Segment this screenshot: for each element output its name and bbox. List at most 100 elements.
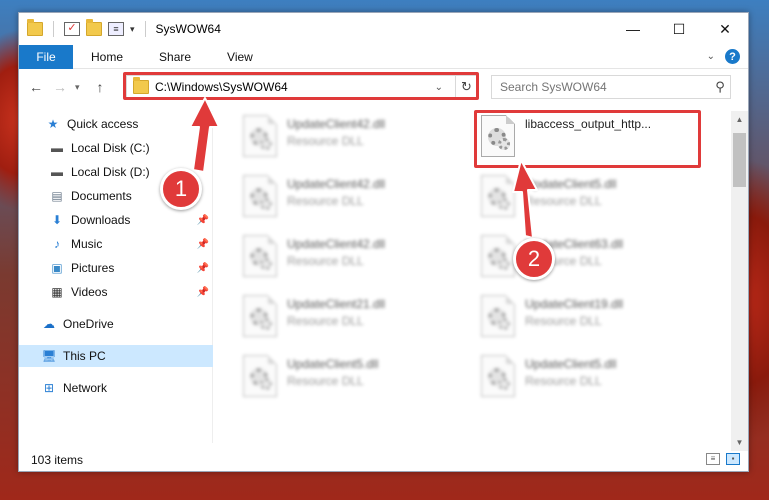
properties-check-icon[interactable]: ✓ <box>64 22 80 36</box>
sidebar-item-label: Local Disk (C:) <box>71 141 150 155</box>
status-bar: 103 items ≡ ▪ <box>19 449 748 471</box>
ribbon-tabs: File Home Share View ⌄ ? <box>19 44 748 69</box>
file-name: UpdateClient42.dll <box>287 237 386 251</box>
file-type: Resource DLL <box>525 194 602 208</box>
file-list: UpdateClient42.dll Resource DLL libaccess… <box>219 111 731 443</box>
file-name: UpdateClient19.dll <box>525 297 624 311</box>
search-icon[interactable]: ⚲ <box>710 79 730 95</box>
file-item[interactable]: UpdateClient5.dll Resource DLL <box>481 175 701 225</box>
dll-file-icon <box>243 115 277 157</box>
sidebar-item-label: Music <box>71 237 103 251</box>
scroll-thumb[interactable] <box>733 133 746 187</box>
sidebar-item-downloads[interactable]: ⬇ Downloads 📌 <box>19 209 213 231</box>
drive-icon: ▬ <box>51 165 63 179</box>
music-icon: ♪ <box>54 237 60 251</box>
tab-file[interactable]: File <box>19 44 73 69</box>
dll-file-icon <box>243 235 277 277</box>
close-button[interactable]: ✕ <box>702 13 748 45</box>
new-folder-icon[interactable] <box>86 19 102 36</box>
help-icon[interactable]: ? <box>725 49 740 64</box>
tab-view[interactable]: View <box>209 50 271 64</box>
drive-icon: ▬ <box>51 141 63 155</box>
toolbar-divider <box>53 21 54 37</box>
computer-icon: 🖥 <box>41 349 57 363</box>
documents-icon: ▤ <box>51 189 63 203</box>
sidebar-item-local-disk-c[interactable]: ▬ Local Disk (C:) 📌 <box>19 137 213 159</box>
search-input[interactable] <box>500 80 710 94</box>
rename-icon[interactable]: ≡ <box>108 22 124 36</box>
scroll-up-icon[interactable]: ▲ <box>731 111 748 128</box>
address-dropdown-icon[interactable]: ⌄ <box>435 82 449 93</box>
sidebar-item-this-pc[interactable]: 🖥 This PC <box>19 345 213 367</box>
file-item[interactable]: UpdateClient5.dll Resource DLL <box>481 355 701 405</box>
sidebar-item-label: Pictures <box>71 261 115 275</box>
back-button[interactable]: ← <box>27 79 45 95</box>
dll-file-icon <box>481 355 515 397</box>
sidebar-item-videos[interactable]: ▦ Videos 📌 <box>19 281 213 303</box>
search-box[interactable]: ⚲ <box>491 75 731 99</box>
file-type: Resource DLL <box>525 374 602 388</box>
file-item[interactable]: UpdateClient19.dll Resource DLL <box>481 295 701 345</box>
up-button[interactable]: ↑ <box>91 79 109 95</box>
file-item[interactable]: UpdateClient5.dll Resource DLL <box>243 355 463 405</box>
recent-locations-dropdown[interactable]: ▾ <box>75 82 85 93</box>
download-icon: ⬇ <box>51 213 63 227</box>
sidebar-item-label: Network <box>63 381 108 395</box>
dll-file-icon <box>243 295 277 337</box>
item-count: 103 items <box>31 453 84 467</box>
tab-share[interactable]: Share <box>141 50 209 64</box>
file-item-libaccess-output-http[interactable]: libaccess_output_http... <box>481 115 701 165</box>
folder-icon <box>133 77 149 94</box>
file-type: Resource DLL <box>287 194 364 208</box>
window-title: SysWOW64 <box>155 22 221 36</box>
file-name: UpdateClient42.dll <box>287 117 386 131</box>
file-type: Resource DLL <box>287 314 364 328</box>
file-name: UpdateClient5.dll <box>287 357 379 371</box>
network-icon: ⊞ <box>43 381 55 395</box>
file-name: libaccess_output_http... <box>525 117 652 131</box>
quick-access-toolbar: ✓ ≡ ▾ SysWOW64 <box>19 19 221 37</box>
file-item[interactable]: UpdateClient42.dll Resource DLL <box>243 175 463 225</box>
tab-home[interactable]: Home <box>73 50 141 64</box>
sidebar-item-label: This PC <box>63 349 106 363</box>
dll-file-icon <box>481 115 515 157</box>
sidebar-item-music[interactable]: ♪ Music 📌 <box>19 233 213 255</box>
view-switcher: ≡ ▪ <box>706 453 740 465</box>
sidebar-item-quick-access[interactable]: ★ Quick access <box>19 113 213 135</box>
pictures-icon: ▣ <box>51 261 63 275</box>
ribbon-right-controls: ⌄ ? <box>707 49 740 64</box>
address-bar[interactable]: C:\Windows\SysWOW64 ⌄ ↻ <box>126 75 478 99</box>
sidebar-item-label: OneDrive <box>63 317 114 331</box>
file-name: UpdateClient5.dll <box>525 177 617 191</box>
vertical-scrollbar[interactable]: ▲ ▼ <box>731 111 748 451</box>
sidebar-item-pictures[interactable]: ▣ Pictures 📌 <box>19 257 213 279</box>
dll-file-icon <box>243 175 277 217</box>
file-type: Resource DLL <box>525 314 602 328</box>
file-explorer-window: ✓ ≡ ▾ SysWOW64 — ☐ ✕ File Home Share Vie… <box>18 12 749 472</box>
file-type: Resource DLL <box>287 134 364 148</box>
minimize-button[interactable]: — <box>610 13 656 45</box>
expand-ribbon-chevron-icon[interactable]: ⌄ <box>707 51 715 62</box>
large-icons-view-icon[interactable]: ▪ <box>726 453 740 465</box>
forward-button[interactable]: → <box>51 79 69 95</box>
folder-icon[interactable] <box>27 19 43 36</box>
navigation-pane: ★ Quick access ▬ Local Disk (C:) 📌 ▬ Loc… <box>19 111 213 443</box>
title-bar: ✓ ≡ ▾ SysWOW64 — ☐ ✕ <box>19 13 748 45</box>
dll-file-icon <box>481 235 515 277</box>
file-name: UpdateClient42.dll <box>287 177 386 191</box>
sidebar-item-network[interactable]: ⊞ Network <box>19 377 213 399</box>
customize-toolbar-dropdown-icon[interactable]: ▾ <box>130 24 135 35</box>
dll-file-icon <box>481 175 515 217</box>
step-2-badge: 2 <box>513 238 555 280</box>
file-name: UpdateClient5.dll <box>525 357 617 371</box>
maximize-button[interactable]: ☐ <box>656 13 702 45</box>
file-item[interactable]: UpdateClient42.dll Resource DLL <box>243 115 463 165</box>
address-path[interactable]: C:\Windows\SysWOW64 <box>155 80 429 94</box>
file-item[interactable]: UpdateClient21.dll Resource DLL <box>243 295 463 345</box>
dll-file-icon <box>481 295 515 337</box>
star-icon: ★ <box>47 117 59 131</box>
details-view-icon[interactable]: ≡ <box>706 453 720 465</box>
file-item[interactable]: UpdateClient42.dll Resource DLL <box>243 235 463 285</box>
sidebar-item-onedrive[interactable]: ☁ OneDrive <box>19 313 213 335</box>
refresh-button[interactable]: ↻ <box>455 76 477 98</box>
